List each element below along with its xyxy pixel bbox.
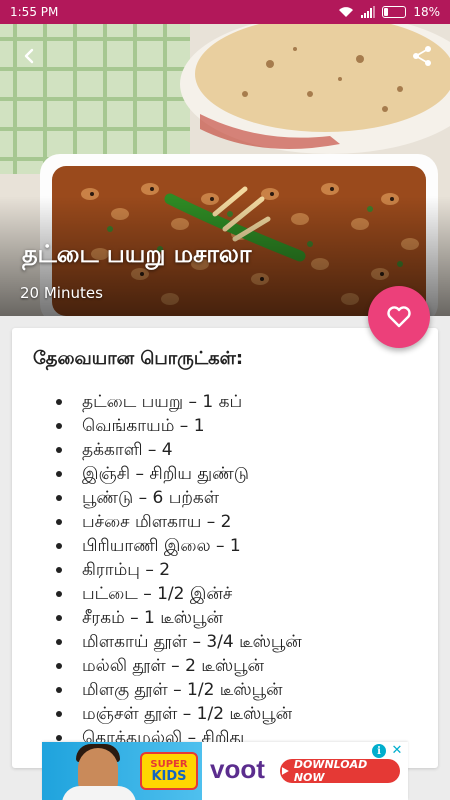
status-time: 1:55 PM <box>10 5 59 19</box>
ad-person-shirt <box>62 786 136 800</box>
recipe-hero-image: தட்டை பயறு மசாலா 20 Minutes <box>0 24 450 316</box>
ingredient-item: சீரகம் – 1 டீஸ்பூன் <box>56 606 302 630</box>
status-bar: 1:55 PM 18% <box>0 0 450 24</box>
status-icons: 18% <box>338 5 440 19</box>
super-kids-bottom: KIDS <box>151 768 187 784</box>
ad-close-icon[interactable]: ✕ <box>390 743 404 758</box>
recipe-time: 20 Minutes <box>20 284 103 302</box>
recipe-title: தட்டை பயறு மசாலா <box>22 240 252 268</box>
ingredient-item: மிளகு தூள் – 1/2 டீஸ்பூன் <box>56 678 302 702</box>
ingredient-item: பச்சை மிளகாய – 2 <box>56 510 302 534</box>
ingredient-item: வெங்காயம் – 1 <box>56 414 302 438</box>
ingredient-item: மல்லி தூள் – 2 டீஸ்பூன் <box>56 654 302 678</box>
heart-icon <box>387 306 411 328</box>
super-kids-badge: SUPER KIDS <box>140 752 198 790</box>
battery-fill <box>384 8 389 16</box>
ingredient-item: மஞ்சள் தூள் – 1/2 டீஸ்பூன் <box>56 702 302 726</box>
ingredients-card: தேவையான பொருட்கள்: தட்டை பயறு – 1 கப் வெ… <box>12 328 438 768</box>
ingredient-item: பட்டை – 1/2 இன்ச் <box>56 582 302 606</box>
battery-icon <box>382 6 407 18</box>
ingredient-item: தக்காளி – 4 <box>56 438 302 462</box>
ingredient-item: கிராம்பு – 2 <box>56 558 302 582</box>
ingredient-item: மிளகாய் தூள் – 3/4 டீஸ்பூன் <box>56 630 302 654</box>
ingredients-list: தட்டை பயறு – 1 கப் வெங்காயம் – 1 தக்காளி… <box>56 390 302 750</box>
signal-icon <box>361 6 376 18</box>
ad-info-icon[interactable]: i <box>372 744 386 758</box>
share-button[interactable] <box>406 40 438 72</box>
ingredient-item: பிரியாணி இலை – 1 <box>56 534 302 558</box>
arrow-back-icon <box>24 48 34 64</box>
super-kids-top: SUPER <box>150 758 188 770</box>
app-screen: 1:55 PM 18% தட்டை பயறு மசாலா 20 Minutes … <box>0 0 450 800</box>
play-icon <box>281 767 289 775</box>
download-now-button[interactable]: DOWNLOAD NOW <box>280 758 400 784</box>
favorite-button[interactable] <box>368 286 430 348</box>
download-now-label: DOWNLOAD NOW <box>293 758 368 784</box>
ad-photo: SUPER KIDS <box>42 742 202 800</box>
ingredient-item: தட்டை பயறு – 1 கப் <box>56 390 302 414</box>
ad-banner[interactable]: SUPER KIDS voot DOWNLOAD NOW i ✕ <box>42 742 408 800</box>
ingredient-item: பூண்டு – 6 பற்கள் <box>56 486 302 510</box>
battery-percent: 18% <box>413 5 440 19</box>
share-icon <box>413 46 431 66</box>
wifi-icon <box>339 7 354 17</box>
ingredients-heading: தேவையான பொருட்கள்: <box>33 348 244 369</box>
back-button[interactable] <box>14 40 46 72</box>
voot-logo: voot <box>210 754 265 784</box>
ingredient-item: இஞ்சி – சிறிய துண்டு <box>56 462 302 486</box>
